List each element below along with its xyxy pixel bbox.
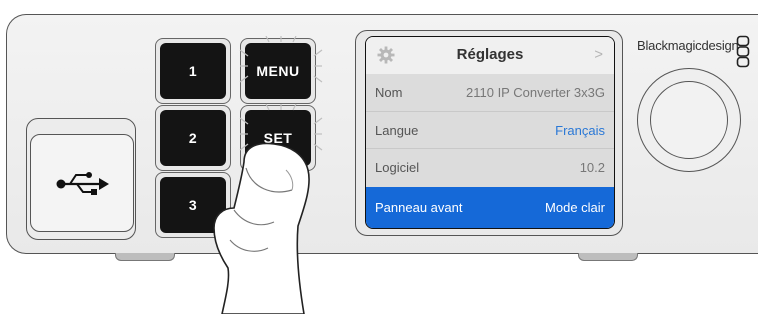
lcd-row-label: Logiciel	[375, 159, 420, 175]
lcd-screen[interactable]: Réglages > Nom 2110 IP Converter 3x3G La…	[365, 36, 615, 229]
device-foot-left	[115, 253, 175, 261]
lcd-row-name[interactable]: Nom 2110 IP Converter 3x3G	[366, 74, 614, 111]
lcd-row-value: 10.2	[579, 159, 605, 175]
lcd-row-software[interactable]: Logiciel 10.2	[366, 148, 614, 185]
lcd-row-label: Nom	[375, 85, 403, 100]
lcd-row-label: Langue	[375, 122, 419, 138]
lcd-header: Réglages >	[366, 37, 614, 74]
lcd-row-value: Français	[555, 122, 605, 138]
lcd-row-value: 2110 IP Converter 3x3G	[466, 85, 605, 100]
button-1[interactable]: 1	[160, 43, 226, 99]
pressing-finger-icon	[213, 142, 310, 314]
lcd-row-label: Panneau avant	[375, 200, 463, 215]
usb-icon	[55, 171, 111, 202]
lcd-row-value: Mode clair	[545, 200, 605, 215]
lcd-row-language[interactable]: Langue Français	[366, 111, 614, 148]
lcd-title: Réglages	[456, 46, 524, 63]
chevron-right-icon[interactable]: >	[594, 46, 603, 63]
device-foot-right	[578, 253, 638, 261]
brand-name: Blackmagicdesign	[637, 38, 739, 53]
blackmagic-logo-icon	[736, 35, 750, 68]
lcd-row-front-panel-selected[interactable]: Panneau avant Mode clair	[366, 187, 614, 228]
usb-port[interactable]	[30, 134, 134, 232]
control-knob[interactable]	[650, 81, 728, 159]
